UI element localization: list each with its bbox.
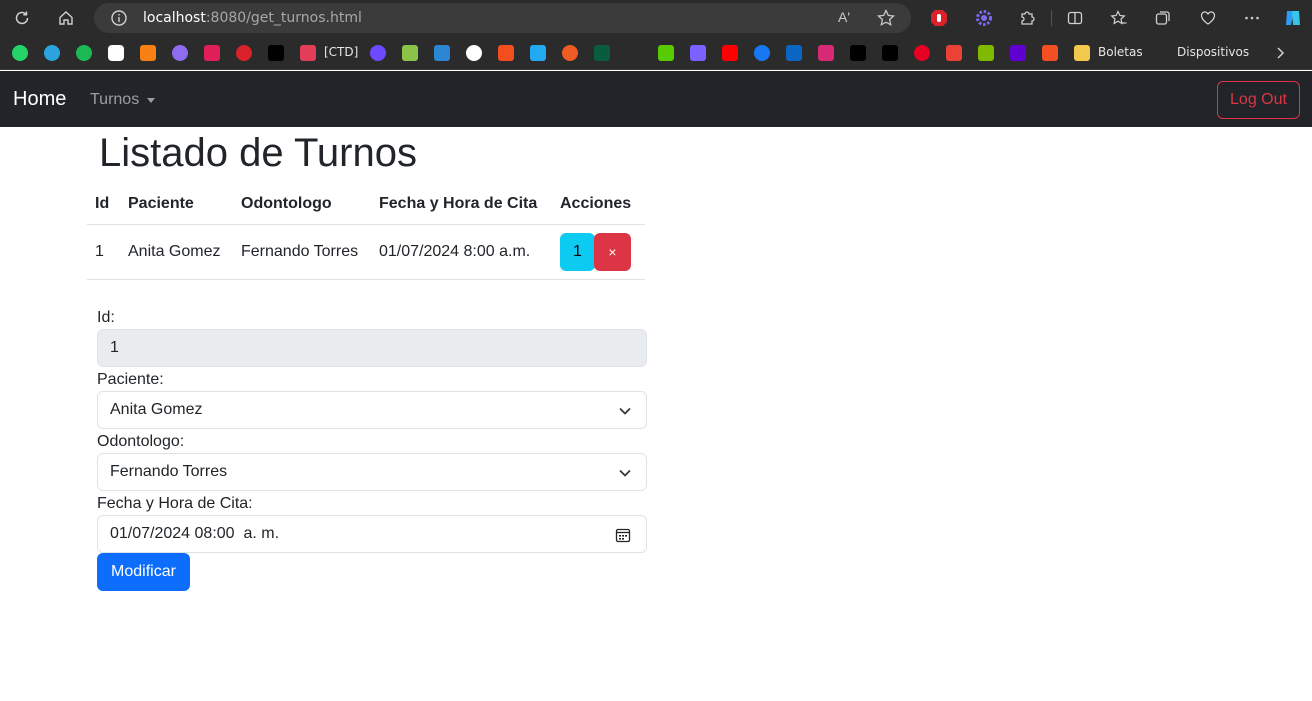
fecha-label: Fecha y Hora de Cita: xyxy=(97,495,253,512)
address-bar[interactable]: localhost:8080/get_turnos.html Aʹ xyxy=(94,3,911,33)
paciente-label: Paciente: xyxy=(97,371,164,388)
instagram-icon[interactable] xyxy=(818,45,834,61)
cell-odontologo: Fernando Torres xyxy=(233,224,371,280)
bookmark-ctd[interactable]: [CTD] xyxy=(324,45,358,59)
turnos-table: Id Paciente Odontologo Fecha y Hora de C… xyxy=(87,184,645,280)
calendar-icon[interactable] xyxy=(615,527,631,543)
office-icon[interactable] xyxy=(1042,45,1058,61)
cell-acciones: 1 × xyxy=(552,224,645,280)
favorite-star-icon[interactable] xyxy=(876,8,896,28)
ctd-icon[interactable] xyxy=(300,45,316,61)
bookmarks-bar: [CTD] Boletas Dispositivos xyxy=(0,36,1312,70)
id-field: 1 xyxy=(97,329,647,367)
postman-icon[interactable] xyxy=(562,45,578,61)
copilot-icon[interactable] xyxy=(1282,7,1304,29)
modificar-button[interactable]: Modificar xyxy=(97,553,190,591)
fecha-datetime-input[interactable]: 01/07/2024 08:00 a. m. xyxy=(97,515,647,553)
info-icon[interactable] xyxy=(110,9,128,27)
chevron-down-icon xyxy=(619,407,631,415)
more-options-icon[interactable] xyxy=(1241,7,1263,29)
app-navbar: Home Turnos Log Out xyxy=(0,71,1312,127)
home-icon[interactable] xyxy=(53,5,79,31)
microsoft-icon[interactable] xyxy=(978,45,994,61)
linkedin-icon[interactable] xyxy=(786,45,802,61)
cell-id: 1 xyxy=(87,224,120,280)
odontologo-label: Odontologo: xyxy=(97,433,185,450)
chatgpt-icon[interactable] xyxy=(108,45,124,61)
extension-1k-icon[interactable] xyxy=(236,45,252,61)
header-id: Id xyxy=(87,184,120,225)
id-field-value: 1 xyxy=(110,339,119,356)
turnos-dropdown[interactable]: Turnos xyxy=(90,91,156,109)
bookmark-dispositivos[interactable]: Dispositivos xyxy=(1177,45,1249,59)
bookmark-r-icon[interactable] xyxy=(626,45,642,61)
extensions-puzzle-icon[interactable] xyxy=(1016,7,1038,29)
yahoo-mail-icon[interactable] xyxy=(1010,45,1026,61)
edit-turno-button[interactable]: 1 xyxy=(560,232,595,271)
header-acciones: Acciones xyxy=(552,184,645,225)
caret-down-icon xyxy=(147,97,156,103)
spotify-icon[interactable] xyxy=(76,45,92,61)
logout-button[interactable]: Log Out xyxy=(1217,81,1300,119)
folder-icon[interactable] xyxy=(1074,45,1090,61)
split-screen-icon[interactable] xyxy=(1064,7,1086,29)
table-header-row: Id Paciente Odontologo Fecha y Hora de C… xyxy=(87,184,645,225)
read-aloud-icon[interactable]: Aʹ xyxy=(838,9,850,25)
odontologo-select[interactable]: Fernando Torres xyxy=(97,453,647,491)
id-label: Id: xyxy=(97,309,115,326)
url-text[interactable]: localhost:8080/get_turnos.html xyxy=(143,10,362,26)
telegram-icon[interactable] xyxy=(44,45,60,61)
figma-icon[interactable] xyxy=(498,45,514,61)
url-path: :8080/get_turnos.html xyxy=(205,10,362,26)
favorites-icon[interactable] xyxy=(1108,7,1130,29)
chevron-down-icon xyxy=(619,469,631,477)
navbar-brand-home[interactable]: Home xyxy=(13,88,66,111)
chevron-right-icon[interactable] xyxy=(1272,45,1288,61)
gmail-icon[interactable] xyxy=(946,45,962,61)
gemini-icon[interactable] xyxy=(172,45,188,61)
whatsapp-icon[interactable] xyxy=(12,45,28,61)
collections-icon[interactable] xyxy=(1152,7,1174,29)
github-icon[interactable] xyxy=(466,45,482,61)
paciente-select[interactable]: Anita Gomez xyxy=(97,391,647,429)
gear-extension-icon[interactable] xyxy=(973,7,995,29)
toolbar-divider xyxy=(1051,10,1052,26)
browser-toolbar: localhost:8080/get_turnos.html Aʹ xyxy=(0,0,1312,36)
window-icon[interactable] xyxy=(434,45,450,61)
tiktok-icon[interactable] xyxy=(850,45,866,61)
dev-icon[interactable] xyxy=(268,45,284,61)
dispositivos-icon[interactable] xyxy=(1154,45,1170,61)
browser-essentials-icon[interactable] xyxy=(1197,7,1219,29)
pinterest-icon[interactable] xyxy=(914,45,930,61)
paciente-select-value: Anita Gomez xyxy=(110,401,203,418)
proton-icon[interactable] xyxy=(370,45,386,61)
diamond-icon[interactable] xyxy=(402,45,418,61)
duolingo-icon[interactable] xyxy=(658,45,674,61)
adblock-extension-icon[interactable] xyxy=(928,7,950,29)
fecha-input-value: 01/07/2024 08:00 a. m. xyxy=(110,525,280,542)
url-host: localhost xyxy=(143,10,206,26)
slack-icon[interactable] xyxy=(204,45,220,61)
header-fecha: Fecha y Hora de Cita xyxy=(371,184,552,225)
table-row: 1 Anita Gomez Fernando Torres 01/07/2024… xyxy=(87,224,645,280)
turnos-dropdown-label: Turnos xyxy=(90,91,140,108)
facebook-icon[interactable] xyxy=(754,45,770,61)
cell-paciente: Anita Gomez xyxy=(120,224,233,280)
cell-fecha: 01/07/2024 8:00 a.m. xyxy=(371,224,552,280)
delete-turno-button[interactable]: × xyxy=(594,232,631,271)
moodle-icon[interactable] xyxy=(140,45,156,61)
header-paciente: Paciente xyxy=(120,184,233,225)
bookmark-boletas[interactable]: Boletas xyxy=(1098,45,1143,59)
youtube-icon[interactable] xyxy=(722,45,738,61)
vscode-icon[interactable] xyxy=(530,45,546,61)
refresh-icon[interactable] xyxy=(9,5,35,31)
page-title: Listado de Turnos xyxy=(99,131,417,175)
header-odontologo: Odontologo xyxy=(233,184,371,225)
odontologo-select-value: Fernando Torres xyxy=(110,463,228,480)
bookmark-s-icon[interactable] xyxy=(690,45,706,61)
x-icon[interactable] xyxy=(882,45,898,61)
bookmark-green-icon[interactable] xyxy=(594,45,610,61)
